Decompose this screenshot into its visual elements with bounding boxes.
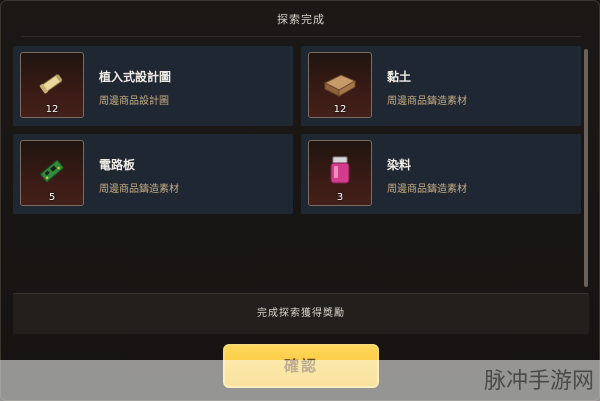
reward-item-card[interactable]: 3 染料 周邊商品鑄造素材 bbox=[301, 134, 581, 214]
item-description: 周邊商品鑄造素材 bbox=[387, 184, 467, 195]
confirm-button[interactable]: 確認 bbox=[223, 344, 379, 388]
site-watermark: 脉冲手游网 bbox=[483, 369, 594, 394]
item-count: 12 bbox=[45, 104, 59, 115]
item-name: 植入式設計圖 bbox=[99, 70, 172, 84]
item-thumbnail: 5 bbox=[20, 140, 84, 206]
scrollbar-thumb[interactable] bbox=[584, 49, 588, 287]
item-name: 黏土 bbox=[387, 70, 412, 84]
item-description: 周邊商品鑄造素材 bbox=[387, 96, 467, 107]
item-name: 電路板 bbox=[99, 158, 136, 172]
reward-item-list[interactable]: 12 植入式設計圖 周邊商品設計圖 12 黏土 周邊商品鑄造素材 5 電路板 周… bbox=[13, 46, 583, 288]
item-description: 周邊商品鑄造素材 bbox=[99, 184, 179, 195]
exploration-complete-dialog: 探索完成 12 植入式設計圖 周邊商品設計圖 12 黏土 周邊商品鑄造素材 5 … bbox=[0, 0, 600, 401]
item-name: 染料 bbox=[387, 158, 412, 172]
item-count: 5 bbox=[48, 192, 56, 203]
title-divider bbox=[21, 36, 581, 37]
item-thumbnail: 12 bbox=[20, 52, 84, 118]
item-count: 12 bbox=[333, 104, 347, 115]
reward-item-card[interactable]: 12 植入式設計圖 周邊商品設計圖 bbox=[13, 46, 293, 126]
item-description: 周邊商品設計圖 bbox=[99, 96, 169, 107]
dialog-title: 探索完成 bbox=[277, 13, 325, 26]
reward-summary-bar: 完成探索獲得獎勵 bbox=[13, 293, 589, 334]
item-thumbnail: 12 bbox=[308, 52, 372, 118]
reward-item-card[interactable]: 5 電路板 周邊商品鑄造素材 bbox=[13, 134, 293, 214]
list-scrollbar[interactable] bbox=[584, 49, 588, 287]
item-count: 3 bbox=[336, 192, 344, 203]
item-thumbnail: 3 bbox=[308, 140, 372, 206]
reward-item-card[interactable]: 12 黏土 周邊商品鑄造素材 bbox=[301, 46, 581, 126]
